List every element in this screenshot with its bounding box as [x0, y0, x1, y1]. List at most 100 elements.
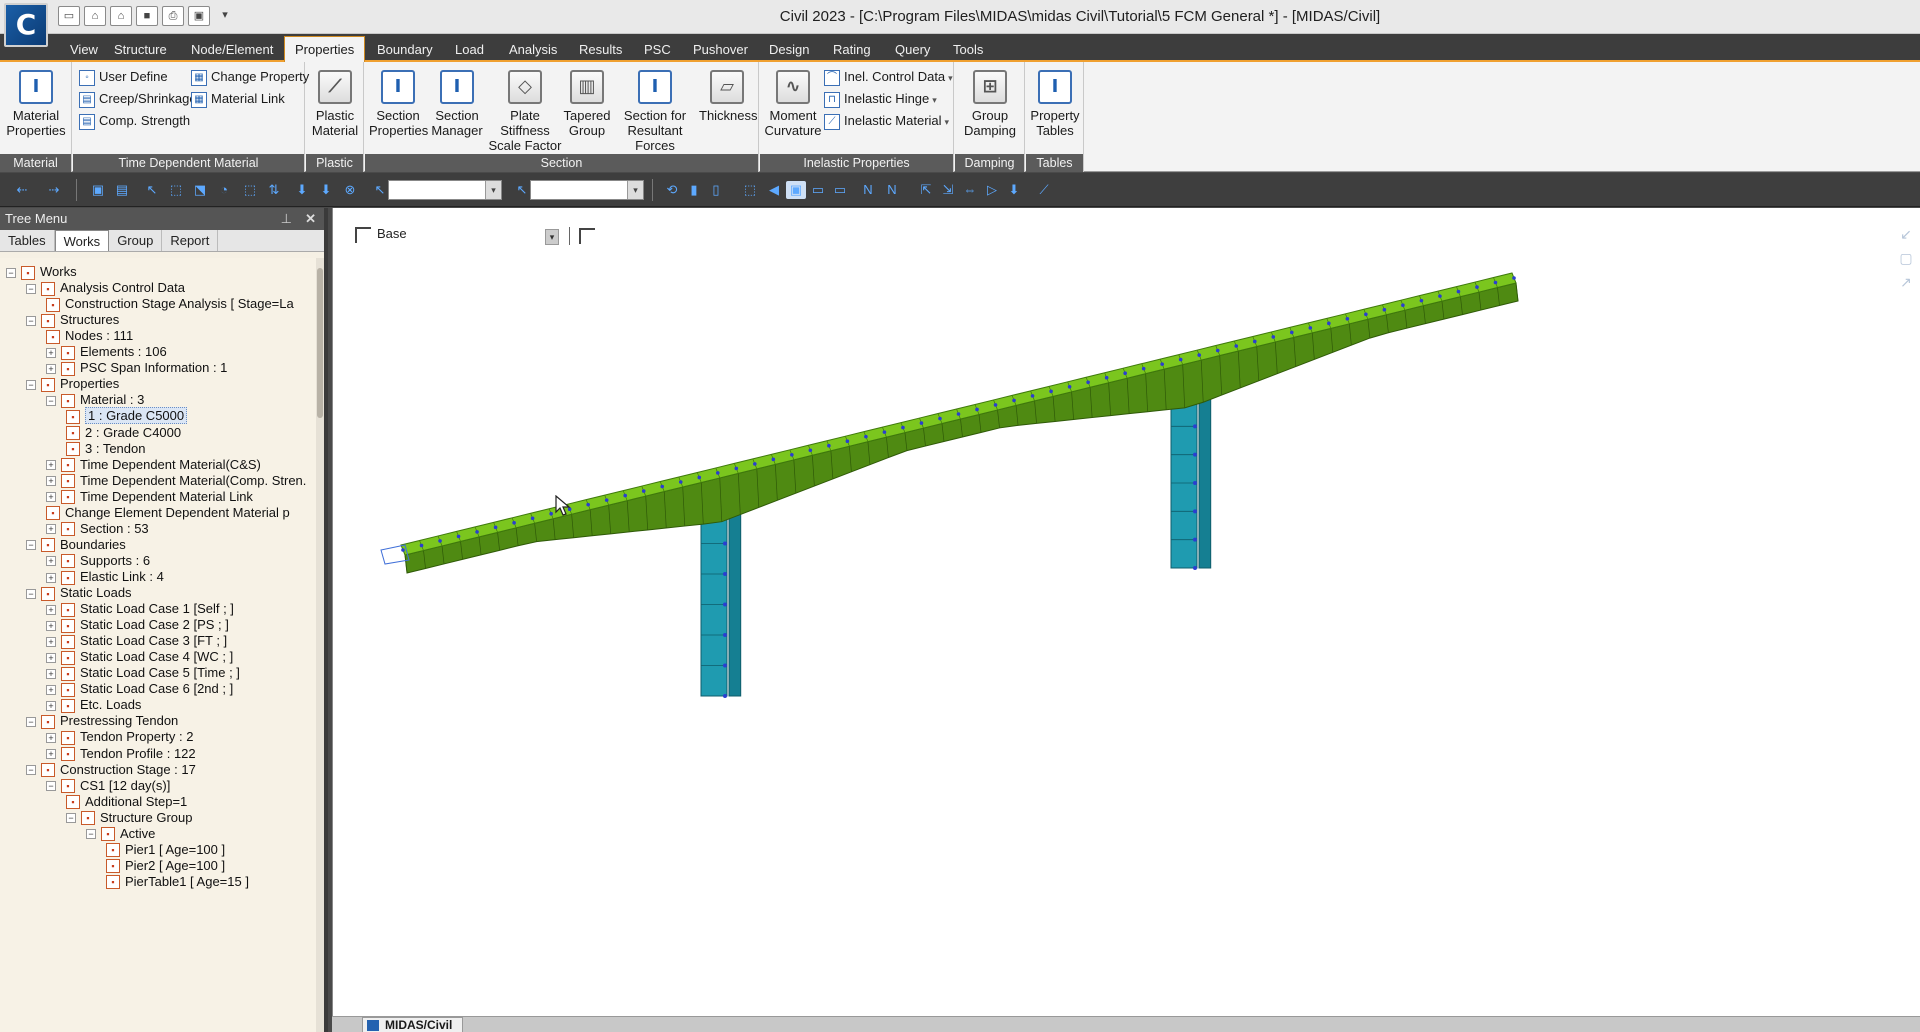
expand-toggle-icon[interactable]: + [46, 652, 56, 663]
close-icon[interactable]: ✕ [305, 208, 316, 230]
unselect-icon[interactable]: ⬚ [240, 181, 260, 199]
tree-scrollbar[interactable] [316, 258, 324, 1032]
property-tables-button[interactable]: I Property Tables [1028, 70, 1082, 138]
tab-node-element[interactable]: Node/Element [181, 38, 283, 62]
creep-shrinkage-button[interactable]: ▤ Creep/Shrinkage [79, 88, 197, 110]
tab-analysis[interactable]: Analysis [499, 38, 567, 62]
expand-toggle-icon[interactable]: + [46, 347, 56, 358]
expand-toggle-icon[interactable]: + [46, 492, 56, 503]
select-plane-icon[interactable]: ◔ [214, 181, 234, 199]
expand-toggle-icon[interactable]: − [26, 765, 36, 776]
select-window-icon[interactable]: ▣ [88, 181, 108, 199]
tab-view[interactable]: View [60, 38, 108, 62]
query-element-icon[interactable]: ⬇ [316, 181, 336, 199]
expand-toggle-icon[interactable]: − [26, 588, 36, 599]
tab-structure[interactable]: Structure [104, 38, 177, 62]
plastic-material-button[interactable]: ⟋ Plastic Material [310, 70, 360, 138]
hidden-icon[interactable]: ⇲ [938, 181, 958, 199]
expand-toggle-icon[interactable]: + [46, 733, 56, 743]
expand-toggle-icon[interactable]: − [6, 267, 16, 278]
select-area-icon[interactable]: ⬚ [166, 181, 186, 199]
tab-tools[interactable]: Tools [943, 38, 993, 62]
redo-icon[interactable]: ⇢ [44, 181, 64, 199]
expand-toggle-icon[interactable]: − [26, 540, 36, 551]
expand-toggle-icon[interactable]: + [46, 668, 56, 679]
active-all-icon[interactable]: ⬇ [1004, 181, 1024, 199]
tree-tab-tables[interactable]: Tables [0, 230, 55, 251]
view-front-icon[interactable]: ▭ [808, 181, 828, 199]
plate-stiffness-scale-factor-button[interactable]: ◇ Plate Stiffness Scale Factor [487, 70, 563, 153]
user-define-button[interactable]: ◦ User Define [79, 66, 168, 88]
expand-toggle-icon[interactable]: + [46, 749, 56, 760]
shrink-icon[interactable]: ⇱ [916, 181, 936, 199]
inactivate-icon[interactable]: ▷ [982, 181, 1002, 199]
expand-toggle-icon[interactable]: + [46, 572, 56, 583]
node-number-icon[interactable]: N [858, 181, 878, 199]
expand-toggle-icon[interactable]: + [46, 363, 56, 374]
moment-curvature-button[interactable]: ∿ Moment Curvature [764, 70, 822, 138]
zoom-fit-icon[interactable]: ⬚ [740, 181, 760, 199]
expand-toggle-icon[interactable]: + [46, 636, 56, 647]
section-manager-button[interactable]: I Section Manager [429, 70, 485, 138]
zoom-window-icon[interactable]: ◀ [764, 181, 784, 199]
expand-toggle-icon[interactable]: − [66, 813, 76, 824]
expand-toggle-icon[interactable]: − [26, 379, 36, 390]
select-by-id-icon[interactable]: ↖ [512, 181, 532, 199]
tree-tab-group[interactable]: Group [109, 230, 163, 251]
id-combo[interactable]: ▾ [530, 180, 644, 200]
expand-toggle-icon[interactable]: − [26, 315, 36, 326]
tab-psc[interactable]: PSC [634, 38, 681, 62]
undo-icon[interactable]: ⇠ [12, 181, 32, 199]
expand-toggle-icon[interactable]: − [86, 829, 96, 840]
expand-toggle-icon[interactable]: − [46, 395, 56, 406]
lock-icon[interactable]: ▮ [684, 181, 704, 199]
redraw-icon[interactable]: ⟲ [662, 181, 682, 199]
tab-properties[interactable]: Properties [284, 36, 366, 64]
inelastic-material-button[interactable]: ⟋ Inelastic Material ▾ [824, 110, 949, 132]
selection-combo[interactable]: ▾ [388, 180, 502, 200]
select-intersect-icon[interactable]: ⬔ [190, 181, 210, 199]
tree-tab-report[interactable]: Report [162, 230, 219, 251]
expand-toggle-icon[interactable]: + [46, 556, 56, 567]
query-node-icon[interactable]: ⬇ [292, 181, 312, 199]
expand-toggle-icon[interactable]: + [46, 620, 56, 631]
expand-toggle-icon[interactable]: − [46, 781, 56, 792]
material-properties-button[interactable]: I Material Properties [6, 70, 66, 138]
pointer-icon[interactable]: ↖ [370, 181, 390, 199]
select-previous-icon[interactable]: ⇅ [264, 181, 284, 199]
view-iso-icon[interactable]: ▣ [786, 181, 806, 199]
inel-control-data-button[interactable]: ⌒ Inel. Control Data ▾ [824, 66, 953, 88]
element-number-icon[interactable]: N [882, 181, 902, 199]
view-top-icon[interactable]: ▭ [830, 181, 850, 199]
section-properties-button[interactable]: I Section Properties [369, 70, 428, 138]
expand-toggle-icon[interactable]: + [46, 460, 56, 471]
model-viewport[interactable]: Base ▾ ↙ ▢ ↗ [332, 208, 1920, 1016]
tab-rating[interactable]: Rating [823, 38, 881, 62]
group-damping-button[interactable]: ⊞ Group Damping [959, 70, 1021, 138]
tab-design[interactable]: Design [759, 38, 819, 62]
unlock-icon[interactable]: ▯ [706, 181, 726, 199]
expand-toggle-icon[interactable]: + [46, 700, 56, 711]
pin-icon[interactable]: ⊥ [281, 208, 292, 230]
expand-toggle-icon[interactable]: + [46, 604, 56, 615]
deselect-all-icon[interactable]: ⊗ [340, 181, 360, 199]
tree-tab-works[interactable]: Works [54, 230, 110, 251]
doc-tab-midas-civil[interactable]: MIDAS/Civil [362, 1017, 464, 1032]
tab-query[interactable]: Query [885, 38, 940, 62]
section-for-resultant-forces-button[interactable]: I Section for Resultant Forces [611, 70, 699, 153]
expand-toggle-icon[interactable]: + [46, 524, 56, 535]
thickness-button[interactable]: ▱ Thickness [699, 70, 758, 123]
expand-toggle-icon[interactable]: + [46, 476, 56, 487]
toggle-icon[interactable]: ⟋ [1034, 181, 1054, 199]
tab-boundary[interactable]: Boundary [367, 38, 443, 62]
tapered-group-button[interactable]: ▥ Tapered Group [563, 70, 611, 138]
tree-node[interactable]: ▪ PierTable1 [ Age=15 ] [106, 872, 249, 891]
activate-icon[interactable]: ⇔ [960, 181, 980, 199]
inelastic-hinge-button[interactable]: ⊓ Inelastic Hinge ▾ [824, 88, 937, 110]
app-logo[interactable]: C [4, 3, 48, 47]
material-link-button[interactable]: ▦ Material Link [191, 88, 285, 110]
select-polygon-icon[interactable]: ▤ [112, 181, 132, 199]
comp-strength-button[interactable]: ▤ Comp. Strength [79, 110, 190, 132]
select-single-icon[interactable]: ↖ [142, 181, 162, 199]
change-property-button[interactable]: ▦ Change Property [191, 66, 309, 88]
